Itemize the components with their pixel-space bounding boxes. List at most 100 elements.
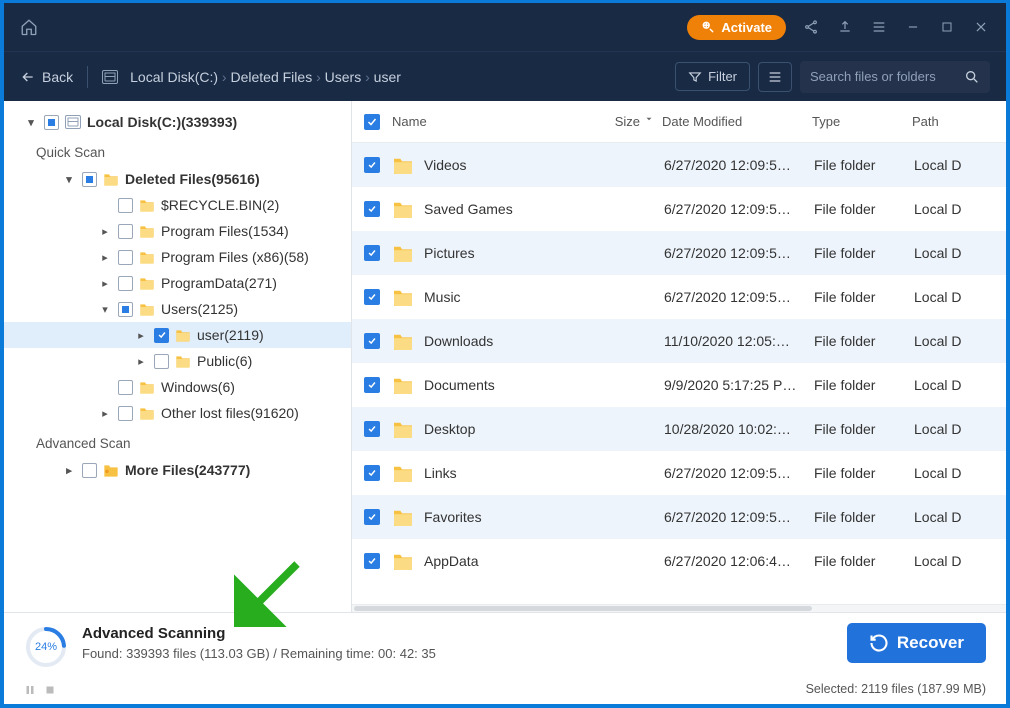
breadcrumb-item[interactable]: Users <box>325 69 362 85</box>
cell-path: Local D <box>914 465 994 481</box>
tree-more-files[interactable]: ▸ More Files(243777) <box>4 457 351 483</box>
breadcrumb-item[interactable]: Deleted Files <box>230 69 312 85</box>
tree-label: Deleted Files(95616) <box>125 171 260 187</box>
maximize-icon[interactable] <box>938 18 956 36</box>
activate-button[interactable]: Activate <box>687 15 786 40</box>
quick-scan-section: Quick Scan <box>4 135 351 166</box>
share-icon[interactable] <box>802 18 820 36</box>
recover-button[interactable]: Recover <box>847 623 986 663</box>
checkbox[interactable] <box>82 463 97 478</box>
cell-name: Videos <box>424 157 594 173</box>
cell-date: 6/27/2020 12:09:5… <box>664 289 814 305</box>
table-row[interactable]: Documents9/9/2020 5:17:25 P…File folderL… <box>352 363 1006 407</box>
checkbox[interactable] <box>82 172 97 187</box>
folder-icon <box>392 464 414 482</box>
folder-icon <box>392 508 414 526</box>
folder-icon <box>103 463 119 477</box>
checkbox[interactable] <box>118 302 133 317</box>
table-row[interactable]: AppData6/27/2020 12:06:4…File folderLoca… <box>352 539 1006 583</box>
tree-item[interactable]: Windows(6) <box>4 374 351 400</box>
table-row[interactable]: Favorites6/27/2020 12:09:5…File folderLo… <box>352 495 1006 539</box>
tree-item[interactable]: ▸Other lost files(91620) <box>4 400 351 426</box>
tree-item[interactable]: ▸Public(6) <box>4 348 351 374</box>
minimize-icon[interactable] <box>904 18 922 36</box>
table-row[interactable]: Downloads11/10/2020 12:05:…File folderLo… <box>352 319 1006 363</box>
select-all-checkbox[interactable] <box>364 114 380 130</box>
search-input[interactable]: Search files or folders <box>800 61 990 93</box>
cell-path: Local D <box>914 201 994 217</box>
table-row[interactable]: Links6/27/2020 12:09:5…File folderLocal … <box>352 451 1006 495</box>
checkbox[interactable] <box>118 250 133 265</box>
col-type[interactable]: Type <box>812 114 912 129</box>
cell-date: 6/27/2020 12:09:5… <box>664 465 814 481</box>
tree-label: More Files(243777) <box>125 462 250 478</box>
folder-icon <box>392 244 414 262</box>
checkbox[interactable] <box>44 115 59 130</box>
checkbox[interactable] <box>154 328 169 343</box>
list-view-button[interactable] <box>758 62 792 92</box>
col-date[interactable]: Date Modified <box>662 114 812 129</box>
checkbox[interactable] <box>154 354 169 369</box>
checkbox[interactable] <box>118 406 133 421</box>
folder-icon <box>392 376 414 394</box>
pause-button[interactable] <box>24 684 36 696</box>
row-checkbox[interactable] <box>364 509 380 525</box>
cell-type: File folder <box>814 245 914 261</box>
stop-button[interactable] <box>44 684 56 696</box>
col-name[interactable]: Name <box>392 114 592 129</box>
close-icon[interactable] <box>972 18 990 36</box>
checkbox[interactable] <box>118 380 133 395</box>
sidebar: ▾ Local Disk(C:)(339393) Quick Scan ▾Del… <box>4 101 352 612</box>
row-checkbox[interactable] <box>364 333 380 349</box>
cell-path: Local D <box>914 377 994 393</box>
table-row[interactable]: Desktop10/28/2020 10:02:…File folderLoca… <box>352 407 1006 451</box>
horizontal-scrollbar[interactable] <box>352 604 1006 612</box>
home-icon[interactable] <box>20 18 38 36</box>
row-checkbox[interactable] <box>364 377 380 393</box>
cell-date: 11/10/2020 12:05:… <box>664 333 814 349</box>
tree-label: Windows(6) <box>161 379 235 395</box>
table-row[interactable]: Pictures6/27/2020 12:09:5…File folderLoc… <box>352 231 1006 275</box>
divider <box>87 66 88 88</box>
main-area: ▾ Local Disk(C:)(339393) Quick Scan ▾Del… <box>4 101 1006 612</box>
tree-item[interactable]: ▸Program Files (x86)(58) <box>4 244 351 270</box>
tree-item[interactable]: ▾Users(2125) <box>4 296 351 322</box>
back-label: Back <box>42 69 73 85</box>
row-checkbox[interactable] <box>364 201 380 217</box>
row-checkbox[interactable] <box>364 245 380 261</box>
row-checkbox[interactable] <box>364 553 380 569</box>
cell-path: Local D <box>914 553 994 569</box>
menu-icon[interactable] <box>870 18 888 36</box>
checkbox[interactable] <box>118 276 133 291</box>
cell-name: Documents <box>424 377 594 393</box>
row-checkbox[interactable] <box>364 157 380 173</box>
col-path[interactable]: Path <box>912 114 994 129</box>
checkbox[interactable] <box>118 224 133 239</box>
row-checkbox[interactable] <box>364 465 380 481</box>
back-button[interactable]: Back <box>20 69 73 85</box>
tree-item[interactable]: ▸user(2119) <box>4 322 351 348</box>
row-checkbox[interactable] <box>364 289 380 305</box>
breadcrumb-item[interactable]: Local Disk(C:) <box>130 69 218 85</box>
upload-icon[interactable] <box>836 18 854 36</box>
breadcrumb-item[interactable]: user <box>374 69 401 85</box>
cell-name: Links <box>424 465 594 481</box>
table-row[interactable]: Music6/27/2020 12:09:5…File folderLocal … <box>352 275 1006 319</box>
tree-root[interactable]: ▾ Local Disk(C:)(339393) <box>4 109 351 135</box>
row-checkbox[interactable] <box>364 421 380 437</box>
col-size[interactable]: Size <box>592 114 662 129</box>
file-list-body[interactable]: Videos 6/27/2020 12:09:5… File folder Local… <box>352 143 1006 604</box>
tree-item[interactable]: ▸Program Files(1534) <box>4 218 351 244</box>
filter-button[interactable]: Filter <box>675 62 750 91</box>
cell-date: 9/9/2020 5:17:25 P… <box>664 377 814 393</box>
tree-item[interactable]: ▾Deleted Files(95616) <box>4 166 351 192</box>
tree-item[interactable]: $RECYCLE.BIN(2) <box>4 192 351 218</box>
cell-name: Favorites <box>424 509 594 525</box>
tree-item[interactable]: ▸ProgramData(271) <box>4 270 351 296</box>
cell-type: File folder <box>814 421 914 437</box>
checkbox[interactable] <box>118 198 133 213</box>
table-row[interactable]: Saved Games6/27/2020 12:09:5…File folder… <box>352 187 1006 231</box>
search-placeholder: Search files or folders <box>810 69 964 84</box>
table-row[interactable]: Videos6/27/2020 12:09:5…File folderLocal… <box>352 143 1006 187</box>
tree-label: user(2119) <box>197 327 264 343</box>
